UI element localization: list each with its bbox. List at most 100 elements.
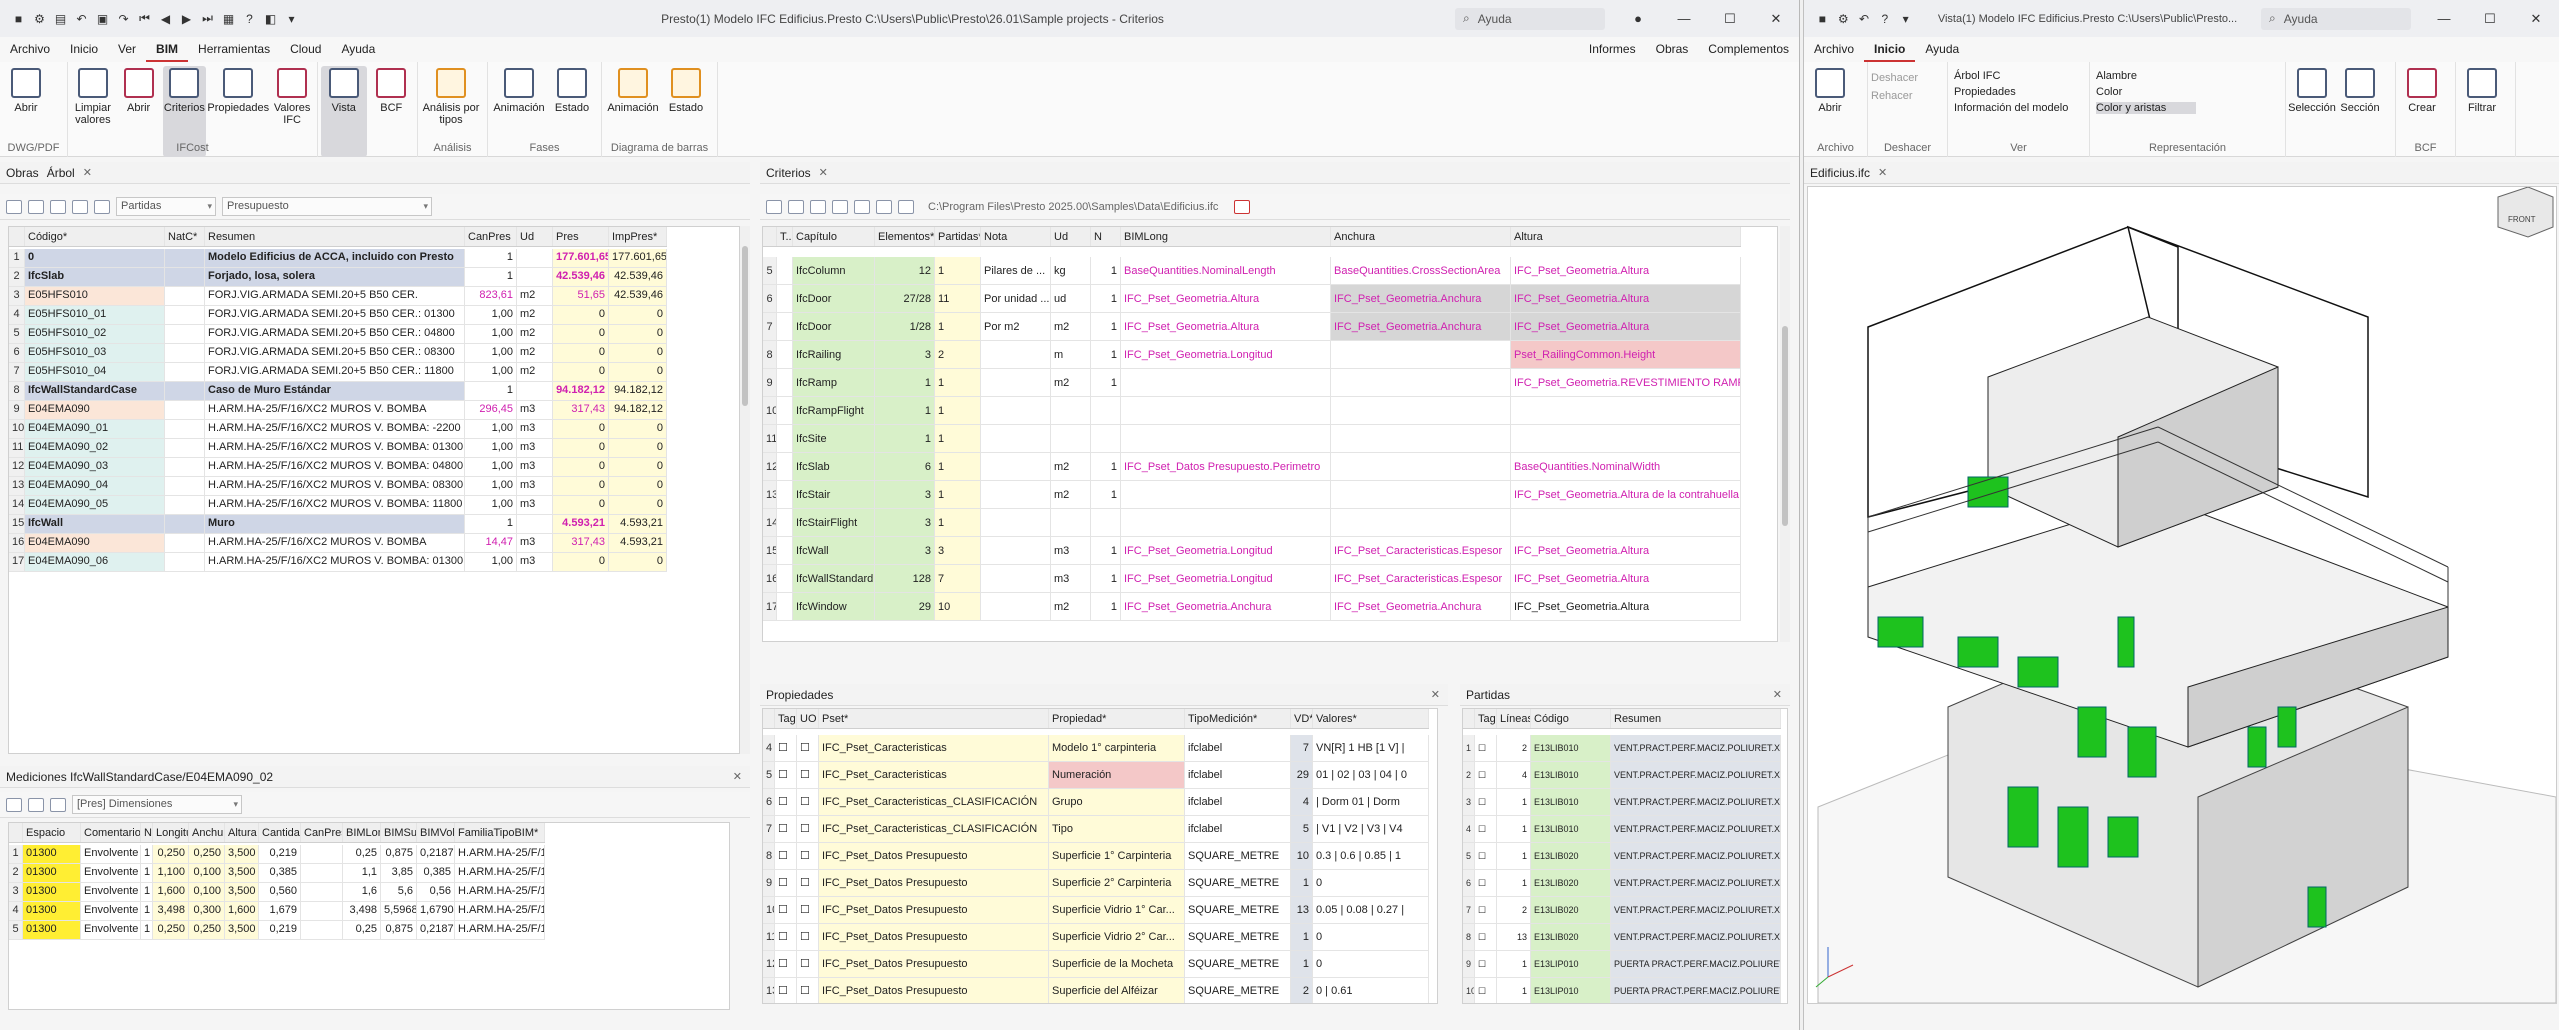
cell[interactable]: 4.593,21 <box>609 515 667 533</box>
cell[interactable]: 14,47 <box>465 534 517 552</box>
table-row[interactable]: 5 ☐ ☐ IFC_Pset_Caracteristicas Numeración ifc… <box>763 762 1429 789</box>
cell[interactable]: 3,500 <box>225 883 259 901</box>
table-row[interactable]: 2 ☐ 4 E13LIB010 VENT.PRACT.PERF.MACIZ.POLIUR… <box>1463 762 1781 789</box>
cell[interactable]: ☐ <box>775 789 797 815</box>
cell[interactable]: 8 <box>1463 924 1475 950</box>
cell[interactable]: IFC_Pset_Geometria.Altura <box>1121 313 1331 340</box>
cell[interactable]: 4 <box>9 902 23 920</box>
cell[interactable]: 1 <box>141 902 153 920</box>
table-row[interactable]: 101300Envolvente 253510,2500,2503,5000,2… <box>9 845 545 864</box>
undo-icon[interactable]: ↶ <box>1856 10 1873 27</box>
cell[interactable]: 2 <box>935 341 981 368</box>
prev-icon[interactable]: ◀ <box>157 10 174 27</box>
cell[interactable] <box>165 534 205 552</box>
cell[interactable]: ☐ <box>1475 843 1497 869</box>
cell[interactable]: H.ARM.HA-25/F/16/X <box>455 902 545 920</box>
tool-icon[interactable] <box>6 199 22 214</box>
cell[interactable]: E04EMA090_04 <box>25 477 165 495</box>
cell[interactable]: Superficie del Alféizar <box>1049 978 1185 1003</box>
menu-inicio[interactable]: Inicio <box>60 37 108 62</box>
cell[interactable]: 6 <box>9 344 25 362</box>
cell[interactable]: 4 <box>1463 816 1475 842</box>
cell[interactable]: IfcRampFlight <box>793 397 875 424</box>
cell[interactable]: SQUARE_METRE <box>1185 870 1291 896</box>
menu-archivo[interactable]: Archivo <box>0 37 60 62</box>
cell[interactable]: 1 <box>9 249 25 267</box>
cell[interactable]: IFC_Pset_Geometria.Anchura <box>1331 593 1511 620</box>
filtrar-button[interactable]: Filtrar <box>2459 66 2505 157</box>
cell[interactable]: ☐ <box>1475 816 1497 842</box>
cell[interactable]: ifclabel <box>1185 762 1291 788</box>
tool-icon[interactable] <box>28 797 44 812</box>
cell[interactable]: 94.182,12 <box>553 382 609 400</box>
cell[interactable]: E13LIB020 <box>1531 897 1611 923</box>
cell[interactable]: 1,00 <box>465 496 517 514</box>
cell[interactable]: H.ARM.HA-25/F/16/XC2 MUROS V. BOMBA <box>205 401 465 419</box>
save-icon[interactable]: ■ <box>1814 10 1831 27</box>
tab-edificius[interactable]: Edificius.ifc <box>1810 166 1870 180</box>
close-button[interactable]: ✕ <box>2513 11 2559 27</box>
cell[interactable]: 1 <box>141 921 153 939</box>
cell[interactable]: 1 <box>1091 537 1121 564</box>
cell[interactable]: Superficie de la Mocheta <box>1049 951 1185 977</box>
cell[interactable]: 1,00 <box>465 344 517 362</box>
open-icon[interactable]: ▤ <box>52 10 69 27</box>
cell[interactable] <box>981 565 1051 592</box>
cell[interactable]: 1 <box>1291 924 1313 950</box>
cell[interactable]: CanPres* <box>301 823 343 842</box>
grid-view-icon[interactable] <box>788 199 804 214</box>
table-header[interactable]: Código* NatC* Resumen CanPres Ud Pres ImpPres* <box>9 227 667 247</box>
cell[interactable]: H.ARM.HA-25/F/16/X <box>455 921 545 939</box>
cell[interactable]: Tag <box>1475 709 1497 728</box>
seleccion-button[interactable]: Selección <box>2288 66 2336 157</box>
table-row[interactable]: 11 E04EMA090_02 H.ARM.HA-25/F/16/XC2 MUROS… <box>9 439 667 458</box>
cell[interactable]: Altura <box>225 823 259 842</box>
cell[interactable]: ☐ <box>797 735 819 761</box>
cell[interactable]: 0,560 <box>259 883 301 901</box>
cell[interactable]: IFC_Pset_Caracteristicas_CLASIFICACIÓN <box>819 816 1049 842</box>
table-row[interactable]: 5 ☐ 1 E13LIB020 VENT.PRACT.PERF.MACIZ.POLIUR… <box>1463 843 1781 870</box>
cell[interactable]: 5,5968 <box>381 902 417 920</box>
cell[interactable]: 1,00 <box>465 439 517 457</box>
cell[interactable] <box>1331 509 1511 536</box>
tool-icon[interactable] <box>6 797 22 812</box>
cell[interactable]: E13LIP010 <box>1531 978 1611 1003</box>
menu-ayuda[interactable]: Ayuda <box>331 37 385 62</box>
cell[interactable]: 0 <box>609 553 667 571</box>
cell[interactable] <box>1051 509 1091 536</box>
cell[interactable]: 13 <box>763 978 775 1003</box>
dropdown-icon[interactable]: ▾ <box>283 10 300 27</box>
menu-obras[interactable]: Obras <box>1646 37 1699 62</box>
color-option[interactable]: Color <box>2096 86 2285 98</box>
cell[interactable]: 9 <box>763 870 775 896</box>
cell[interactable] <box>301 864 343 882</box>
cell[interactable]: 14 <box>9 496 25 514</box>
cell[interactable]: FORJ.VIG.ARMADA SEMI.20+5 B50 CER.: 0830… <box>205 344 465 362</box>
minimize-button[interactable]: — <box>1661 11 1707 27</box>
cell[interactable]: VENT.PRACT.PERF.MACIZ.POLIURET.X+ <box>1611 843 1781 869</box>
cell[interactable]: 1,6 <box>343 883 381 901</box>
cell[interactable] <box>981 481 1051 508</box>
cell[interactable]: 7 <box>1291 735 1313 761</box>
cell[interactable]: CanPres <box>465 227 517 246</box>
table-row[interactable]: 11☐☐IFC_Pset_Datos PresupuestoSuperficie… <box>763 924 1429 951</box>
table-row[interactable]: 501300Envolvente 257410,2500,2503,5000,2… <box>9 921 545 940</box>
cell[interactable]: FORJ.VIG.ARMADA SEMI.20+5 B50 CER.: 1180… <box>205 363 465 381</box>
cell[interactable]: IFC_Pset_Geometria.Altura <box>1121 285 1331 312</box>
cell[interactable]: 0 <box>25 249 165 267</box>
tool-icon[interactable] <box>50 797 66 812</box>
cell[interactable]: 0 <box>609 325 667 343</box>
cell[interactable] <box>777 257 793 284</box>
cell[interactable]: m3 <box>517 553 553 571</box>
cell[interactable]: 0,100 <box>189 864 225 882</box>
table-row[interactable]: 11 IfcSite 1 1 <box>763 425 1741 453</box>
cell[interactable]: Caso de Muro Estándar <box>205 382 465 400</box>
rehacer-button[interactable]: Rehacer <box>1871 90 1944 102</box>
grid-icon[interactable]: ▦ <box>220 10 237 27</box>
cell[interactable] <box>981 509 1051 536</box>
table-row[interactable]: 7 ☐ 2 E13LIB020 VENT.PRACT.PERF.MACIZ.POLIUR… <box>1463 897 1781 924</box>
alambre-option[interactable]: Alambre <box>2096 70 2285 82</box>
next-icon[interactable]: ▶ <box>178 10 195 27</box>
cell[interactable]: VENT.PRACT.PERF.MACIZ.POLIURET.X+ <box>1611 762 1781 788</box>
cell[interactable]: 0,219 <box>259 921 301 939</box>
